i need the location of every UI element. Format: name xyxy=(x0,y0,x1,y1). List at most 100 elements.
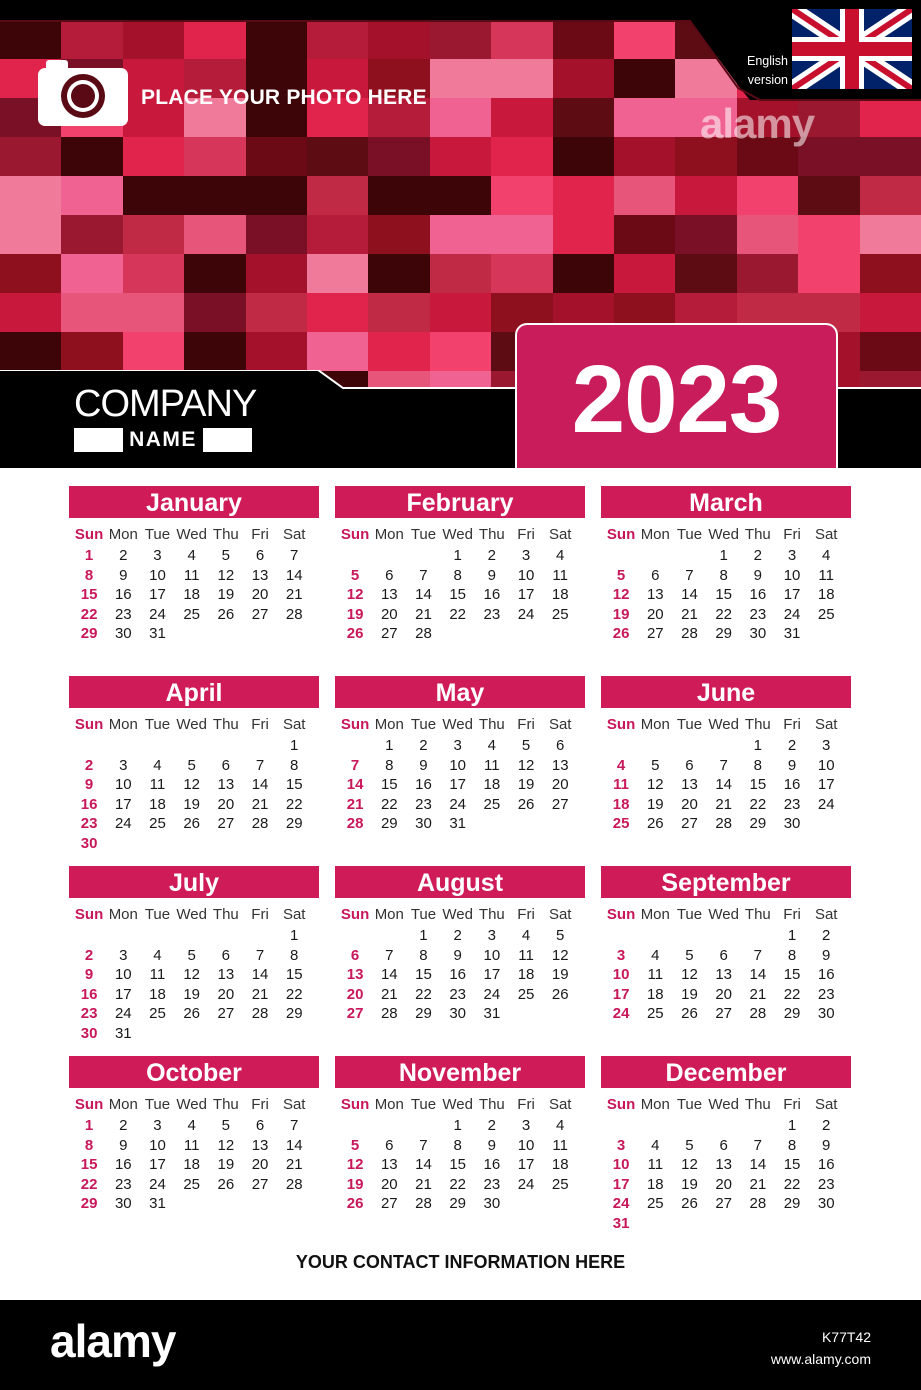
day-cell xyxy=(707,1116,741,1136)
day-cell xyxy=(243,736,277,756)
day-cell: 13 xyxy=(715,1156,732,1174)
weekday-label: Tue xyxy=(410,526,437,543)
day-cell: 6 xyxy=(719,946,728,964)
day-cell: 22 xyxy=(80,605,98,623)
weekday-label: Thu xyxy=(478,906,505,923)
footer-id: K77T42 www.alamy.com xyxy=(771,1326,871,1370)
day-cell: 3 xyxy=(487,927,497,944)
weekday-header: Sun Mon Tue Wed Thu Fri Sat xyxy=(601,1096,851,1116)
week-row: 18 19 20 21 22 23 24 xyxy=(601,795,851,815)
day-cell: 23 xyxy=(483,1175,501,1193)
day-cell: 5 xyxy=(651,756,660,774)
week-row: 13 14 15 16 17 18 19 xyxy=(335,965,585,985)
day-cell: 29 xyxy=(449,1195,466,1213)
day-cell xyxy=(338,546,372,566)
mosaic-tile xyxy=(307,137,370,177)
mosaic-tile xyxy=(552,254,615,294)
week-row: 26 27 28 xyxy=(335,624,585,644)
day-cell: 8 xyxy=(385,756,394,774)
weekday-label: Sat xyxy=(814,1096,838,1113)
day-cell: 9 xyxy=(119,1136,128,1154)
day-cell: 2 xyxy=(753,547,763,564)
day-cell: 17 xyxy=(817,776,835,794)
day-cell: 1 xyxy=(84,1117,94,1134)
day-cell: 9 xyxy=(119,566,128,584)
mosaic-tile xyxy=(184,215,247,255)
mosaic-tile xyxy=(184,137,247,177)
day-cell: 5 xyxy=(521,737,531,754)
day-cell: 20 xyxy=(251,586,269,604)
day-cell: 5 xyxy=(350,566,360,584)
weekday-label: Thu xyxy=(744,526,771,543)
week-row: 16 17 18 19 20 21 22 xyxy=(69,795,319,815)
day-cell xyxy=(277,1194,311,1214)
day-cell: 22 xyxy=(449,605,466,623)
weekday-label: Sat xyxy=(282,716,306,733)
weekday-label: Sun xyxy=(74,906,104,923)
day-cell: 30 xyxy=(783,815,801,833)
day-cell xyxy=(638,736,672,756)
day-cell: 25 xyxy=(149,1005,166,1023)
day-cell: 26 xyxy=(612,625,630,643)
day-cell: 13 xyxy=(251,566,269,584)
day-cell: 12 xyxy=(183,776,200,794)
day-cell: 1 xyxy=(787,927,797,944)
day-cell: 14 xyxy=(415,1156,432,1174)
week-row: 1 2 3 4 xyxy=(601,546,851,566)
day-cell xyxy=(140,834,174,854)
mosaic-tile xyxy=(552,98,615,138)
week-row: 9 10 11 12 13 14 15 xyxy=(69,775,319,795)
mosaic-tile xyxy=(614,215,677,255)
day-cell: 4 xyxy=(556,547,565,564)
day-cell: 21 xyxy=(380,985,398,1003)
week-row: 5 6 7 8 9 10 11 xyxy=(335,1136,585,1156)
day-cell: 5 xyxy=(685,1136,694,1154)
day-cell xyxy=(672,1116,706,1136)
day-cell xyxy=(741,1116,775,1136)
day-cell: 20 xyxy=(217,795,235,813)
mosaic-tile xyxy=(122,20,186,60)
day-cell: 27 xyxy=(715,1005,732,1023)
mosaic-tile xyxy=(798,254,861,294)
day-cell: 26 xyxy=(217,605,235,623)
weekday-label: Mon xyxy=(640,716,670,733)
day-cell: 20 xyxy=(715,1175,732,1193)
day-cell xyxy=(209,736,243,756)
weekday-label: Fri xyxy=(517,716,535,733)
day-cell: 7 xyxy=(753,946,763,964)
day-cell: 10 xyxy=(817,756,835,774)
day-cell: 21 xyxy=(346,795,364,813)
day-cell xyxy=(72,736,106,756)
weekday-label: Tue xyxy=(144,906,171,923)
day-cell: 3 xyxy=(521,1117,531,1134)
day-cell: 7 xyxy=(255,756,265,774)
day-cell xyxy=(106,834,140,854)
day-cell xyxy=(338,736,372,756)
day-cell: 19 xyxy=(346,1175,364,1193)
day-cell xyxy=(809,624,843,644)
month-title: September xyxy=(601,866,851,898)
day-cell xyxy=(338,926,372,946)
week-row: 1 2 3 4 5 6 7 xyxy=(69,1116,319,1136)
day-cell: 28 xyxy=(251,815,269,833)
mosaic-tile xyxy=(859,137,921,177)
day-cell xyxy=(140,926,174,946)
mosaic-tile xyxy=(184,332,247,372)
day-cell: 23 xyxy=(483,605,501,623)
day-cell: 28 xyxy=(380,1005,398,1023)
weekday-label: Mon xyxy=(374,716,404,733)
day-cell: 13 xyxy=(217,776,235,794)
day-cell: 11 xyxy=(518,946,534,964)
language-label-line1: English xyxy=(747,54,788,68)
day-cell: 15 xyxy=(80,1156,98,1174)
mosaic-tile xyxy=(122,176,186,216)
day-cell: 24 xyxy=(114,815,132,833)
weekday-label: Mon xyxy=(108,716,138,733)
weekday-label: Wed xyxy=(176,906,207,923)
mosaic-tile xyxy=(122,215,186,255)
day-cell: 12 xyxy=(646,776,664,794)
mosaic-tile xyxy=(0,293,63,333)
day-cell: 18 xyxy=(183,1156,200,1174)
mosaic-tile xyxy=(307,254,370,294)
day-cell: 24 xyxy=(149,605,166,623)
